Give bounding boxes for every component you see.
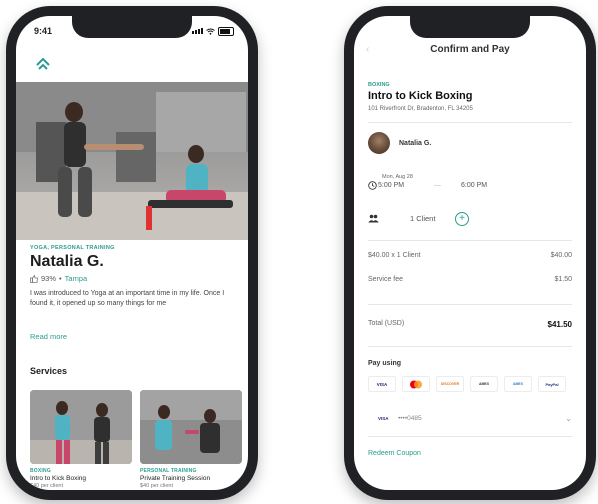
rating-separator-icon: • bbox=[59, 274, 62, 283]
battery-icon bbox=[218, 26, 234, 36]
app-logo-icon[interactable] bbox=[36, 58, 50, 70]
session-date: Mon, Aug 28 bbox=[382, 174, 413, 180]
coach-category: YOGA, PERSONAL TRAINING bbox=[30, 245, 115, 251]
visa-card-option[interactable]: VISA bbox=[368, 376, 396, 392]
users-icon bbox=[368, 214, 379, 223]
coach-rating: 93% • Tampa bbox=[30, 274, 87, 283]
service-image bbox=[140, 390, 242, 464]
services-heading: Services bbox=[30, 366, 68, 376]
add-client-button[interactable]: + bbox=[455, 212, 469, 226]
phone-notch bbox=[72, 16, 192, 38]
signal-icon bbox=[192, 28, 203, 34]
coach-profile-screen: 9:41 YOGA, PERSONAL TRAINING Natalia G. … bbox=[16, 16, 248, 490]
phone-notch bbox=[410, 16, 530, 38]
service-card[interactable]: BOXING Intro to Kick Boxing $40 per clie… bbox=[30, 390, 132, 489]
page-title: Confirm and Pay bbox=[430, 44, 510, 55]
divider bbox=[368, 240, 572, 241]
service-price: $40 per client bbox=[30, 483, 64, 489]
total-label: Total (USD) bbox=[368, 320, 405, 327]
coach-name: Natalia G. bbox=[399, 139, 432, 147]
phone-right: ‹ Confirm and Pay BOXING Intro to Kick B… bbox=[344, 6, 596, 500]
payment-methods: VISA DISCOVER AMEX AMEX PayPal bbox=[368, 376, 566, 392]
total-value: $41.50 bbox=[547, 320, 572, 329]
paypal-option[interactable]: PayPal bbox=[538, 376, 566, 392]
service-category: PERSONAL TRAINING bbox=[140, 468, 197, 474]
mastercard-option[interactable] bbox=[402, 376, 430, 392]
thumbs-up-icon bbox=[30, 274, 38, 283]
phone-left: 9:41 YOGA, PERSONAL TRAINING Natalia G. … bbox=[6, 6, 258, 500]
amex-option[interactable]: AMEX bbox=[504, 376, 532, 392]
wifi-icon bbox=[206, 28, 215, 35]
line-item: Service fee $1.50 bbox=[368, 276, 572, 283]
chevron-down-icon[interactable]: ⌄ bbox=[565, 414, 572, 423]
amex-black-option[interactable]: AMEX bbox=[470, 376, 498, 392]
read-more-link[interactable]: Read more bbox=[30, 332, 67, 341]
coach-location[interactable]: Tampa bbox=[65, 274, 88, 283]
divider bbox=[368, 122, 572, 123]
time-separator: — bbox=[434, 182, 441, 189]
service-image bbox=[30, 390, 132, 464]
pay-using-heading: Pay using bbox=[368, 360, 402, 367]
saved-card-brand: VISA bbox=[378, 416, 389, 421]
coach-hero-image bbox=[16, 82, 248, 240]
service-category: BOXING bbox=[30, 468, 51, 474]
line-item-value: $1.50 bbox=[554, 276, 572, 283]
redeem-coupon-link[interactable]: Redeem Coupon bbox=[368, 450, 421, 457]
class-address: 101 Riverfront Dr, Bradenton, FL 34205 bbox=[368, 106, 473, 112]
service-price: $40 per client bbox=[140, 483, 174, 489]
service-title: Intro to Kick Boxing bbox=[30, 475, 86, 482]
divider bbox=[368, 436, 572, 437]
confirm-pay-screen: ‹ Confirm and Pay BOXING Intro to Kick B… bbox=[354, 16, 586, 490]
line-item-value: $40.00 bbox=[550, 252, 572, 259]
mastercard-icon bbox=[410, 380, 422, 388]
clock-icon bbox=[368, 181, 377, 190]
rating-value: 93% bbox=[41, 274, 57, 283]
boxing-photo bbox=[30, 390, 132, 464]
coach-row[interactable]: Natalia G. bbox=[368, 132, 431, 154]
clients-row: 1 Client + bbox=[368, 212, 568, 226]
avatar bbox=[368, 132, 390, 154]
divider bbox=[368, 346, 572, 347]
total-row: Total (USD) $41.50 bbox=[368, 320, 572, 329]
saved-card-number: ••••0485 bbox=[398, 415, 422, 422]
class-title: Intro to Kick Boxing bbox=[368, 90, 473, 102]
line-item-label: Service fee bbox=[368, 276, 404, 283]
divider bbox=[368, 304, 572, 305]
coach-name: Natalia G. bbox=[30, 253, 104, 270]
client-count: 1 Client bbox=[410, 214, 436, 223]
gym-photo bbox=[16, 82, 248, 240]
line-item-label: $40.00 x 1 Client bbox=[368, 252, 421, 259]
line-item: $40.00 x 1 Client $40.00 bbox=[368, 252, 572, 259]
training-photo bbox=[140, 390, 242, 464]
saved-card-select[interactable]: VISA ••••0485 ⌄ bbox=[368, 414, 572, 426]
service-card[interactable]: PERSONAL TRAINING Private Training Sessi… bbox=[140, 390, 242, 489]
status-time: 9:41 bbox=[34, 26, 53, 36]
start-time[interactable]: 5:00 PM bbox=[378, 182, 404, 189]
coach-bio: I was introduced to Yoga at an important… bbox=[30, 290, 225, 307]
discover-card-option[interactable]: DISCOVER bbox=[436, 376, 464, 392]
service-title: Private Training Session bbox=[140, 475, 211, 482]
end-time[interactable]: 6:00 PM bbox=[461, 182, 487, 189]
class-category: BOXING bbox=[368, 82, 390, 88]
